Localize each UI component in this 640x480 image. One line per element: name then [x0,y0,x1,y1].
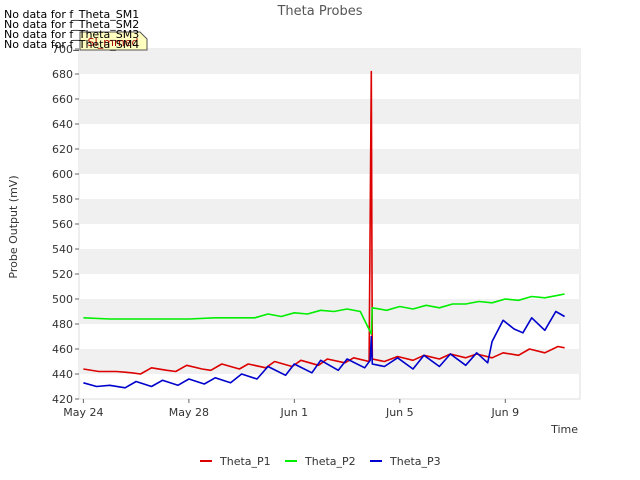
legend-label: Theta_P3 [389,455,441,468]
x-tick-label: Jun 1 [279,406,308,419]
y-tick-label: 600 [52,168,73,181]
plot-background [78,48,581,400]
legend-label: Theta_P1 [219,455,271,468]
x-tick-label: May 24 [63,406,103,419]
legend: Theta_P1 Theta_P2 Theta_P3 [200,455,441,468]
y-axis-label: Probe Output (mV) [7,175,20,278]
x-axis-label: Time [550,423,578,436]
grid-band [79,199,580,224]
y-tick-label: 460 [52,343,73,356]
legend-label: Theta_P2 [304,455,356,468]
chart-title: Theta Probes [276,4,362,19]
y-tick-label: 500 [52,293,73,306]
y-tick-label: 580 [52,193,73,206]
y-tick-label: 520 [52,268,73,281]
grid-band [79,249,580,274]
y-tick-label: 560 [52,218,73,231]
y-tick-label: 480 [52,318,73,331]
y-tick-label: 440 [52,368,73,381]
x-tick-label: Jun 9 [490,406,519,419]
no-data-notes: No data for f_Theta_SM1 No data for f_Th… [4,8,139,51]
theta-probes-chart: 420 440 460 480 500 520 540 560 580 600 620 640 660 6… [4,4,581,468]
y-tick-label: 620 [52,143,73,156]
y-axis: 420 440 460 480 500 520 540 560 580 600 620 640 660 6… [52,43,79,406]
grid-band [79,49,580,74]
x-tick-label: Jun 5 [385,406,414,419]
x-tick-label: May 28 [169,406,209,419]
y-tick-label: 660 [52,93,73,106]
y-tick-label: 640 [52,118,73,131]
grid-band [79,99,580,124]
y-tick-label: 680 [52,68,73,81]
y-tick-label: 420 [52,393,73,406]
y-tick-label: 540 [52,243,73,256]
no-data-note: No data for f_Theta_SM4 [4,38,139,51]
grid-band [79,149,580,174]
x-axis: May 24 May 28 Jun 1 Jun 5 Jun 9 [63,399,519,419]
